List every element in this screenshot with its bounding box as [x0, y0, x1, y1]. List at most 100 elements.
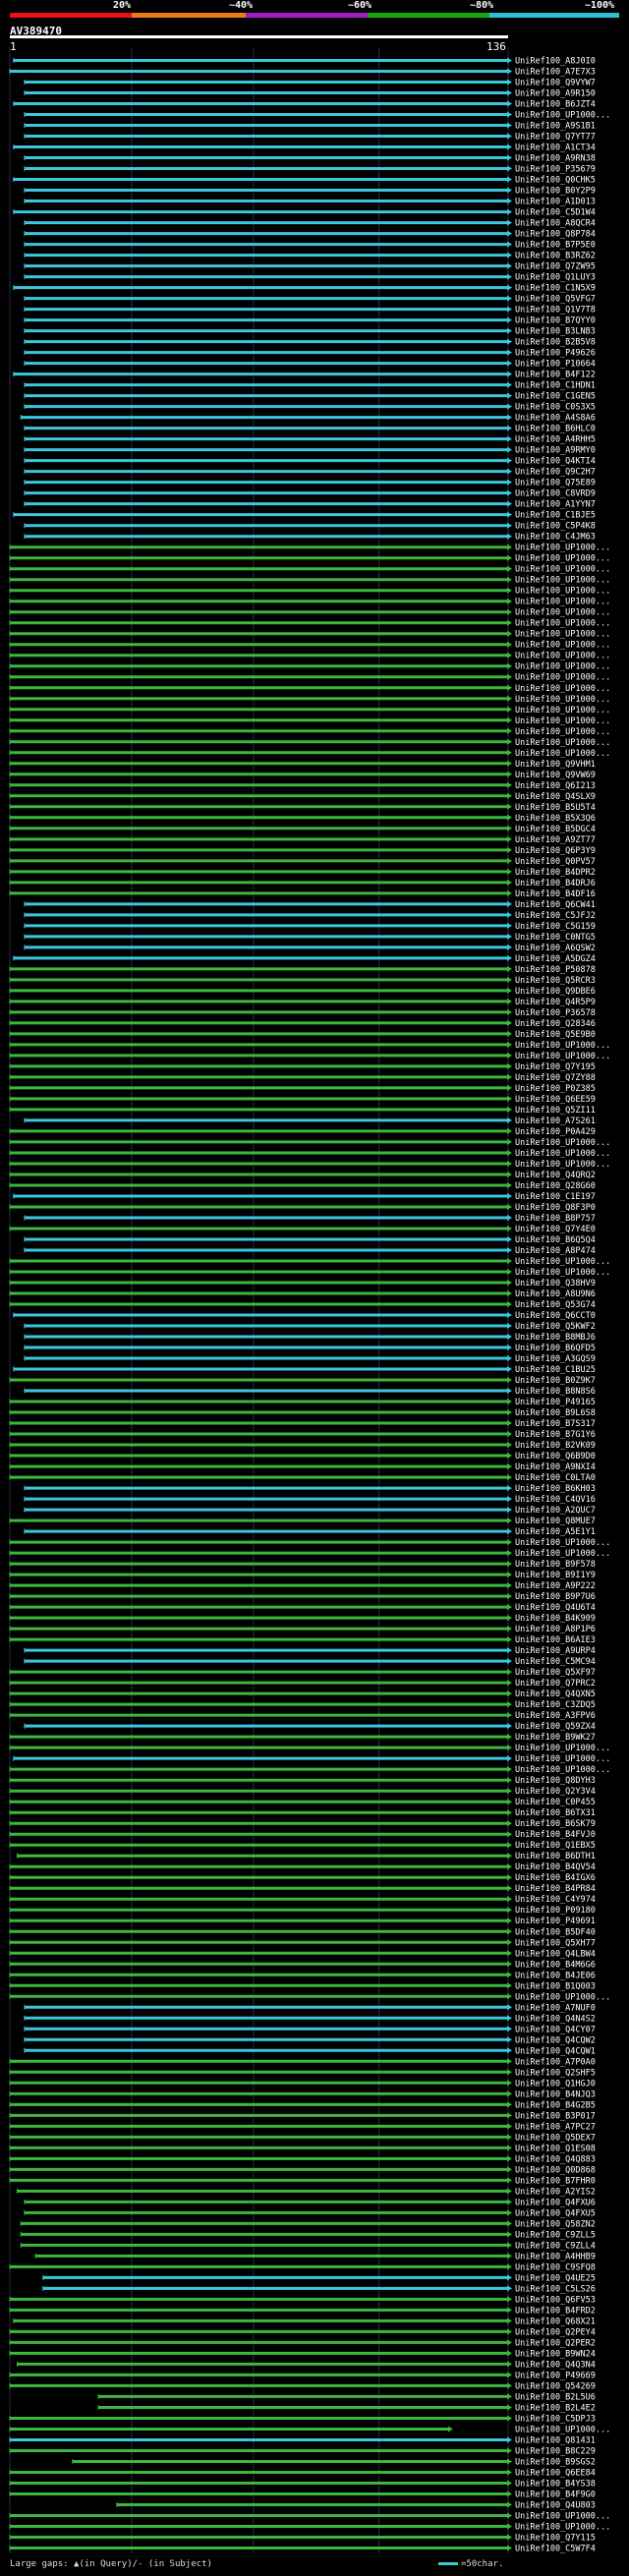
- hit-label[interactable]: UniRef100_UP1000...: [515, 1754, 610, 1764]
- hit-label[interactable]: UniRef100_Q4QXN5: [515, 1689, 596, 1699]
- hit-label[interactable]: UniRef100_C0LTA0: [515, 1473, 596, 1483]
- hit-label[interactable]: UniRef100_B6DTH1: [515, 1852, 596, 1861]
- hit-label[interactable]: UniRef100_Q38HV9: [515, 1279, 596, 1288]
- hit-label[interactable]: UniRef100_P49669: [515, 2371, 596, 2380]
- hit-label[interactable]: UniRef100_Q5DEX7: [515, 2133, 596, 2143]
- hit-label[interactable]: UniRef100_Q2PEY4: [515, 2327, 596, 2337]
- hit-label[interactable]: UniRef100_Q6EE59: [515, 1095, 596, 1105]
- hit-label[interactable]: UniRef100_Q8P784: [515, 230, 596, 240]
- hit-label[interactable]: UniRef100_B2L4E2: [515, 2403, 596, 2413]
- hit-label[interactable]: UniRef100_Q4CY07: [515, 2025, 596, 2034]
- hit-label[interactable]: UniRef100_A7PC27: [515, 2122, 596, 2132]
- hit-label[interactable]: UniRef100_P49691: [515, 1917, 596, 1926]
- hit-label[interactable]: UniRef100_B2L5U6: [515, 2392, 596, 2402]
- hit-label[interactable]: UniRef100_UP1000...: [515, 673, 610, 683]
- hit-label[interactable]: UniRef100_C5W7F4: [515, 2544, 596, 2553]
- hit-label[interactable]: UniRef100_UP1000...: [515, 598, 610, 607]
- hit-label[interactable]: UniRef100_B5DF40: [515, 1927, 596, 1937]
- hit-label[interactable]: UniRef100_Q4UE25: [515, 2273, 596, 2283]
- hit-label[interactable]: UniRef100_Q7ZY88: [515, 1073, 596, 1083]
- hit-label[interactable]: UniRef100_Q6FV53: [515, 2295, 596, 2305]
- hit-label[interactable]: UniRef100_Q4Q3N4: [515, 2360, 596, 2370]
- hit-label[interactable]: UniRef100_Q6CCT0: [515, 1311, 596, 1321]
- hit-label[interactable]: UniRef100_Q4R5P9: [515, 998, 596, 1007]
- hit-label[interactable]: UniRef100_Q58ZN2: [515, 2219, 596, 2229]
- hit-label[interactable]: UniRef100_A4RHH5: [515, 435, 596, 445]
- hit-label[interactable]: UniRef100_B3RZ62: [515, 252, 596, 261]
- hit-label[interactable]: UniRef100_C0NTG5: [515, 933, 596, 943]
- hit-label[interactable]: UniRef100_C8VRD9: [515, 489, 596, 499]
- hit-label[interactable]: UniRef100_A1YYN7: [515, 500, 596, 510]
- hit-label[interactable]: UniRef100_Q4QRQ2: [515, 1171, 596, 1180]
- hit-label[interactable]: UniRef100_A7P0A0: [515, 2057, 596, 2067]
- hit-label[interactable]: UniRef100_B4DRJ6: [515, 879, 596, 888]
- hit-label[interactable]: UniRef100_Q7Y115: [515, 2533, 596, 2543]
- hit-label[interactable]: UniRef100_A7NUF0: [515, 2003, 596, 2013]
- hit-label[interactable]: UniRef100_Q5VFG7: [515, 295, 596, 305]
- hit-label[interactable]: UniRef100_Q5KWF2: [515, 1322, 596, 1332]
- hit-label[interactable]: UniRef100_B6HLC0: [515, 425, 596, 434]
- hit-label[interactable]: UniRef100_Q28G60: [515, 1181, 596, 1191]
- hit-label[interactable]: UniRef100_UP1000...: [515, 706, 610, 716]
- hit-label[interactable]: UniRef100_Q53G74: [515, 1300, 596, 1310]
- hit-label[interactable]: UniRef100_UP1000...: [515, 727, 610, 737]
- hit-label[interactable]: UniRef100_UP1000...: [515, 1257, 610, 1267]
- hit-label[interactable]: UniRef100_C5LS26: [515, 2284, 596, 2294]
- hit-label[interactable]: UniRef100_Q0CHK5: [515, 176, 596, 186]
- hit-label[interactable]: UniRef100_A9S1B1: [515, 122, 596, 132]
- hit-label[interactable]: UniRef100_UP1000...: [515, 2511, 610, 2521]
- hit-label[interactable]: UniRef100_B6TX31: [515, 1808, 596, 1818]
- hit-label[interactable]: UniRef100_Q59ZX4: [515, 1722, 596, 1732]
- hit-label[interactable]: UniRef100_UP1000...: [515, 1149, 610, 1159]
- hit-label[interactable]: UniRef100_Q2SHF5: [515, 2068, 596, 2078]
- hit-label[interactable]: UniRef100_UP1000...: [515, 1765, 610, 1775]
- hit-label[interactable]: UniRef100_Q6CW41: [515, 900, 596, 910]
- hit-label[interactable]: UniRef100_Q4KTI4: [515, 457, 596, 467]
- hit-label[interactable]: UniRef100_B2B5V8: [515, 338, 596, 348]
- hit-label[interactable]: UniRef100_A1D013: [515, 198, 596, 207]
- hit-label[interactable]: UniRef100_Q7YT77: [515, 133, 596, 143]
- hit-label[interactable]: UniRef100_P09180: [515, 1906, 596, 1916]
- hit-label[interactable]: UniRef100_Q4U6T4: [515, 1603, 596, 1613]
- hit-label[interactable]: UniRef100_A7E7X3: [515, 68, 596, 78]
- hit-label[interactable]: UniRef100_Q5XH77: [515, 1938, 596, 1948]
- hit-label[interactable]: UniRef100_C9ZLL4: [515, 2241, 596, 2251]
- hit-label[interactable]: UniRef100_Q4FXU6: [515, 2198, 596, 2207]
- hit-label[interactable]: UniRef100_B9F578: [515, 1560, 596, 1570]
- hit-label[interactable]: UniRef100_P10664: [515, 360, 596, 370]
- hit-label[interactable]: UniRef100_Q7PRC2: [515, 1679, 596, 1689]
- hit-label[interactable]: UniRef100_UP1000...: [515, 662, 610, 672]
- hit-label[interactable]: UniRef100_UP1000...: [515, 1744, 610, 1753]
- hit-label[interactable]: UniRef100_B4K909: [515, 1614, 596, 1624]
- hit-label[interactable]: UniRef100_C0S3X5: [515, 403, 596, 413]
- hit-label[interactable]: UniRef100_B0Z9K7: [515, 1376, 596, 1386]
- hit-label[interactable]: UniRef100_UP1000...: [515, 554, 610, 564]
- hit-label[interactable]: UniRef100_A5E1Y1: [515, 1527, 596, 1537]
- hit-label[interactable]: UniRef100_Q4FXU5: [515, 2208, 596, 2218]
- hit-label[interactable]: UniRef100_B8N8S6: [515, 1387, 596, 1397]
- hit-label[interactable]: UniRef100_B4FRD2: [515, 2306, 596, 2316]
- hit-label[interactable]: UniRef100_B6JZT4: [515, 100, 596, 110]
- hit-label[interactable]: UniRef100_C5MC94: [515, 1657, 596, 1667]
- hit-label[interactable]: UniRef100_A9URP4: [515, 1646, 596, 1656]
- hit-label[interactable]: UniRef100_A2YIS2: [515, 2187, 596, 2197]
- hit-label[interactable]: UniRef100_B9P7U6: [515, 1592, 596, 1602]
- hit-label[interactable]: UniRef100_A3GQS9: [515, 1354, 596, 1364]
- hit-label[interactable]: UniRef100_Q2PER2: [515, 2338, 596, 2348]
- hit-label[interactable]: UniRef100_B4QV54: [515, 1862, 596, 1872]
- hit-label[interactable]: UniRef100_A4S8A6: [515, 414, 596, 424]
- hit-label[interactable]: UniRef100_A8P474: [515, 1246, 596, 1256]
- hit-label[interactable]: UniRef100_B4JE06: [515, 1971, 596, 1980]
- hit-label[interactable]: UniRef100_Q5XF97: [515, 1668, 596, 1678]
- hit-label[interactable]: UniRef100_B4PR84: [515, 1884, 596, 1894]
- hit-label[interactable]: UniRef100_B2VK09: [515, 1441, 596, 1451]
- hit-label[interactable]: UniRef100_B4M6G6: [515, 1960, 596, 1970]
- hit-label[interactable]: UniRef100_C5JFJ2: [515, 911, 596, 921]
- hit-label[interactable]: UniRef100_B9SGS2: [515, 2457, 596, 2467]
- hit-label[interactable]: UniRef100_Q9VHM1: [515, 760, 596, 770]
- hit-label[interactable]: UniRef100_C4Y974: [515, 1895, 596, 1905]
- hit-label[interactable]: UniRef100_B4NJQ3: [515, 2089, 596, 2099]
- hit-label[interactable]: UniRef100_UP1000...: [515, 1160, 610, 1170]
- hit-label[interactable]: UniRef100_B4DPR2: [515, 868, 596, 878]
- hit-label[interactable]: UniRef100_B3P017: [515, 2111, 596, 2121]
